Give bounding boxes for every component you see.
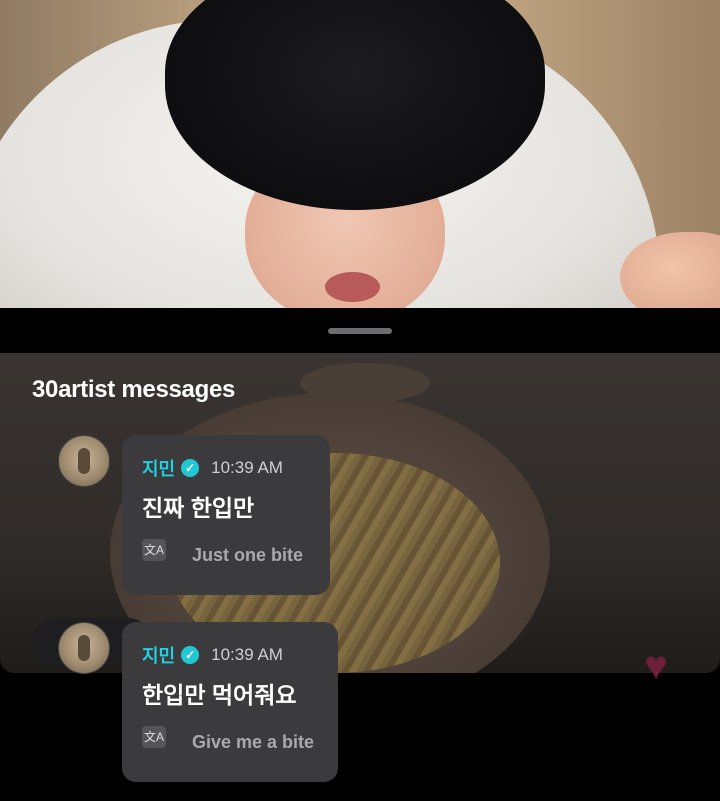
translate-icon[interactable]: 文A: [142, 539, 166, 561]
live-video-top[interactable]: [0, 0, 720, 308]
message-bubble[interactable]: 지민 ✓ 10:39 AM 진짜 한입만 文A Just one bite: [122, 435, 330, 595]
drag-handle[interactable]: [328, 328, 392, 334]
section-title: 30artist messages: [32, 376, 236, 403]
avatar[interactable]: [58, 435, 110, 487]
sender-name: 지민: [142, 459, 176, 479]
message-time: 10:39 AM: [211, 645, 283, 664]
translate-icon[interactable]: 文A: [142, 726, 166, 748]
message-translation: Give me a bite: [192, 732, 315, 752]
verified-badge-icon: ✓: [181, 646, 200, 664]
message-header: 지민 ✓ 10:39 AM: [142, 642, 283, 668]
sender-name: 지민: [142, 646, 176, 666]
message-time: 10:39 AM: [211, 458, 283, 477]
message-translation: Just one bite: [192, 545, 304, 565]
video-lips: [325, 272, 380, 302]
verified-badge-icon: ✓: [181, 459, 200, 477]
message-bubble[interactable]: 지민 ✓ 10:39 AM 한입만 먹어줘요 文A Give me a bite: [122, 622, 338, 782]
video-ladle: [300, 363, 430, 403]
heart-icon[interactable]: ♥: [636, 646, 676, 686]
lower-background: [0, 673, 720, 801]
message-text: 한입만 먹어줘요: [142, 682, 297, 708]
avatar[interactable]: [58, 622, 110, 674]
message-text: 진짜 한입만: [142, 495, 255, 521]
message-header: 지민 ✓ 10:39 AM: [142, 455, 283, 481]
